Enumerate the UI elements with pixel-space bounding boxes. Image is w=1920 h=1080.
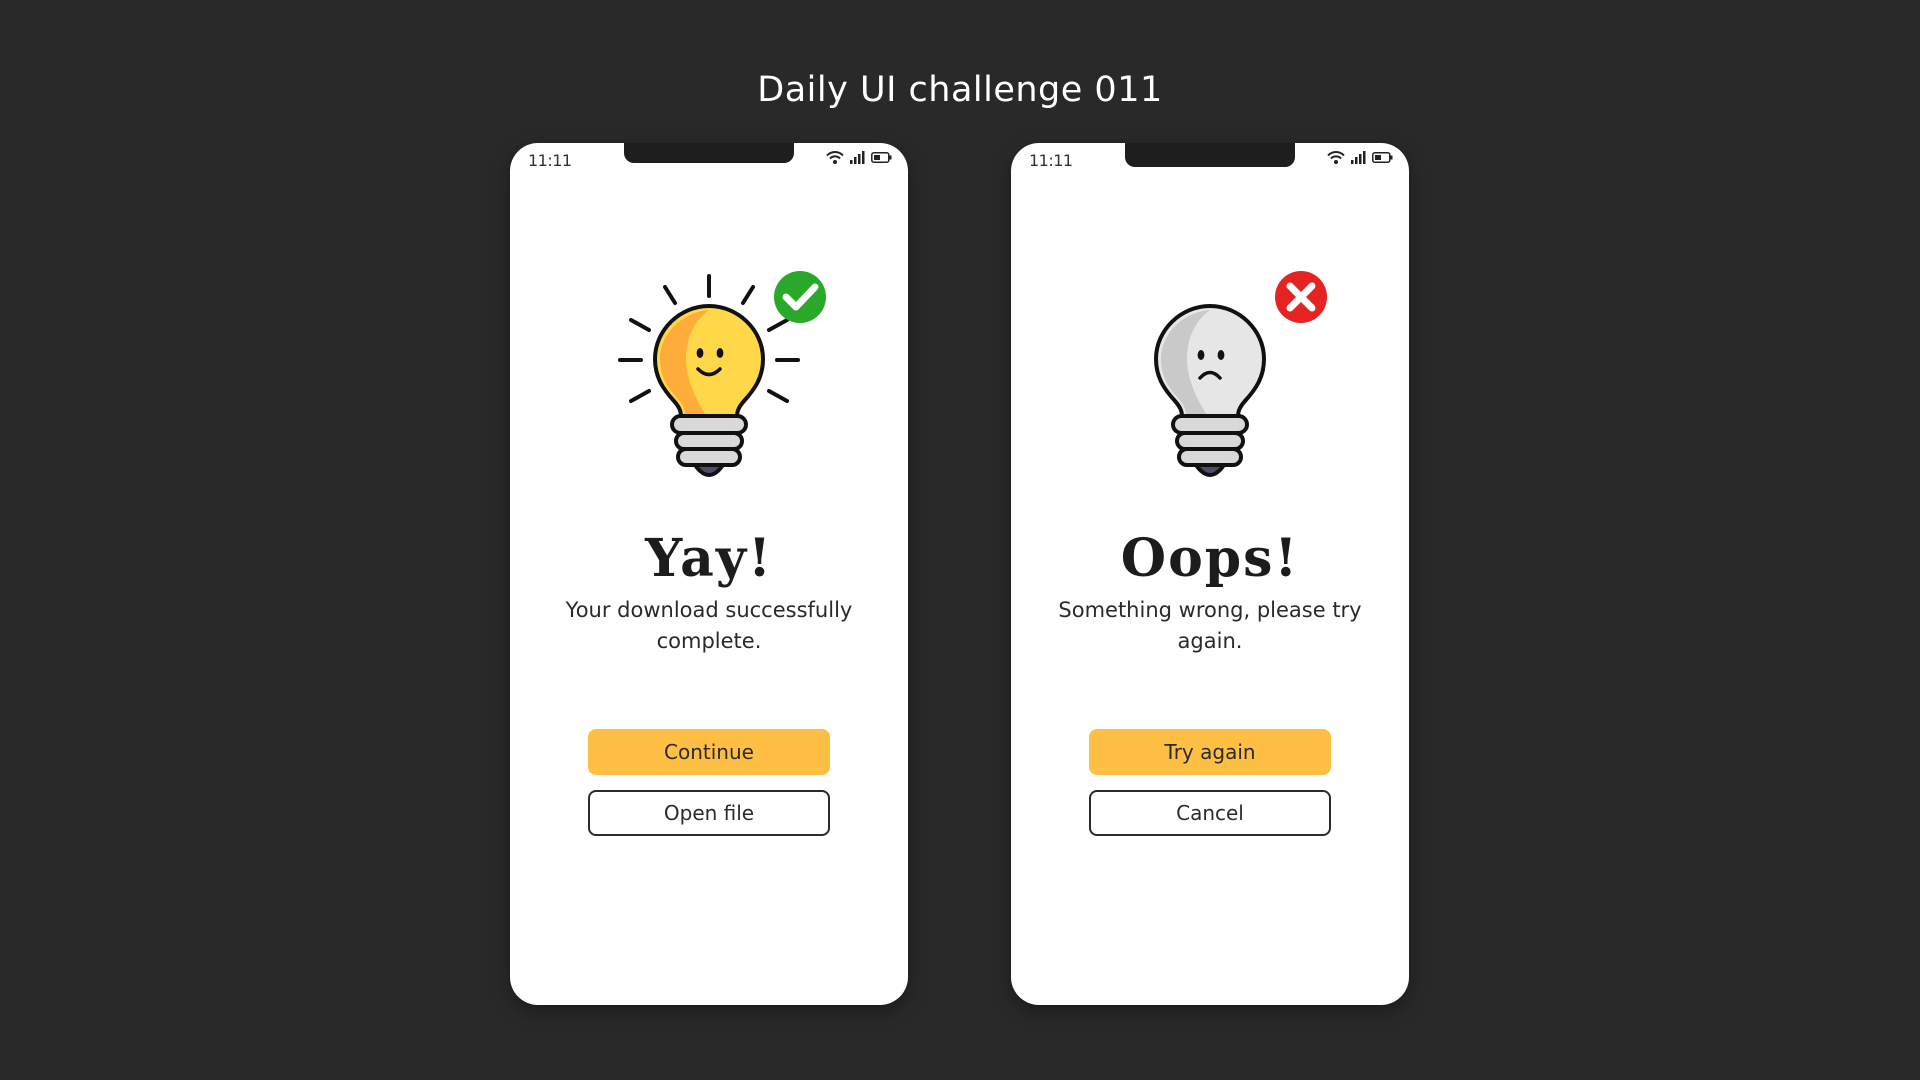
error-headline: Oops!: [1120, 528, 1300, 589]
battery-icon: [871, 152, 892, 163]
open-file-button[interactable]: Open file: [588, 790, 830, 836]
try-again-button[interactable]: Try again: [1089, 729, 1331, 775]
battery-icon: [1372, 152, 1393, 163]
error-message: Something wrong, please try again.: [1058, 598, 1362, 653]
phone-notch: [1125, 143, 1295, 167]
page-title: Daily UI challenge 011: [757, 70, 1163, 110]
continue-button[interactable]: Continue: [588, 729, 830, 775]
wifi-icon: [1327, 151, 1345, 164]
signal-icon: [850, 151, 865, 164]
x-circle-icon: [1274, 270, 1328, 324]
status-time: 11:11: [528, 151, 572, 170]
sad-lightbulb-illustration: [1011, 263, 1409, 513]
wifi-icon: [826, 151, 844, 164]
happy-lightbulb-illustration: [510, 263, 908, 513]
phone-success-screen: 11:11 Yay! Your download successfully co…: [510, 143, 908, 1005]
success-headline: Yay!: [645, 528, 773, 589]
phone-error-screen: 11:11 Oops! Something wrong, please try …: [1011, 143, 1409, 1005]
phone-notch: [624, 143, 794, 163]
signal-icon: [1351, 151, 1366, 164]
status-bar-icons: [1327, 151, 1393, 164]
status-time: 11:11: [1029, 151, 1073, 170]
status-bar-icons: [826, 151, 892, 164]
check-circle-icon: [773, 270, 827, 324]
cancel-button[interactable]: Cancel: [1089, 790, 1331, 836]
success-message: Your download successfully complete.: [565, 598, 853, 653]
